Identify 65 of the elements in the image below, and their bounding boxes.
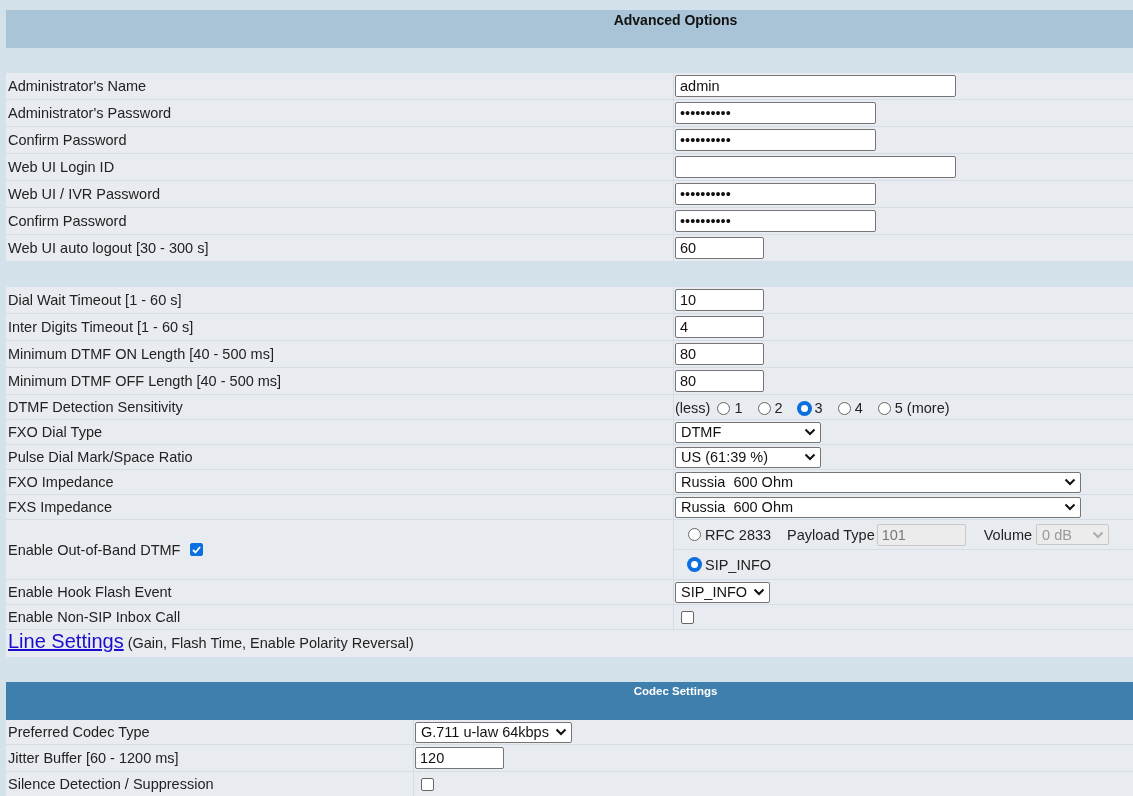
chevron-down-icon	[1064, 503, 1076, 511]
link-note: (Gain, Flash Time, Enable Polarity Reversal)	[127, 635, 414, 651]
field-label: FXO Dial Type	[8, 424, 103, 440]
radio-option[interactable]: 4	[837, 400, 863, 416]
field-label: Confirm Password	[8, 132, 127, 148]
section-title: Advanced Options	[613, 12, 738, 28]
field-label: DTMF Detection Sensitivity	[8, 399, 183, 415]
field-label: Enable Hook Flash Event	[8, 584, 172, 600]
input-field[interactable]: 10	[675, 289, 764, 311]
section-title: Codec Settings	[633, 685, 718, 697]
checkbox[interactable]	[681, 610, 694, 624]
field-label: Confirm Password	[8, 213, 127, 229]
scale-label: (less)	[675, 400, 711, 416]
input-field[interactable]	[675, 156, 956, 178]
input-field[interactable]: 60	[675, 237, 764, 259]
line-settings-link[interactable]: Line Settings	[8, 630, 124, 653]
field-label: Minimum DTMF OFF Length [40 - 500 ms]	[8, 373, 282, 389]
input-field[interactable]: ••••••••••	[675, 102, 876, 124]
field-label: Preferred Codec Type	[8, 724, 150, 740]
radio-option[interactable]: 2	[757, 400, 783, 416]
dropdown[interactable]: G.711 u-law 64kbps	[415, 721, 572, 743]
field-label: FXS Impedance	[8, 499, 112, 515]
radio-option[interactable]: SIP_INFO	[688, 556, 772, 573]
input-field[interactable]: 120	[415, 747, 504, 769]
field-label: Silence Detection / Suppression	[8, 776, 214, 792]
field-label: Payload Type	[787, 526, 875, 543]
field-label: Web UI / IVR Password	[8, 186, 161, 202]
field-label: Administrator's Name	[8, 78, 147, 94]
chevron-down-icon	[1064, 478, 1076, 486]
chevron-down-icon	[753, 588, 766, 596]
field-label: Web UI auto logout [30 - 300 s]	[8, 240, 209, 256]
input-field[interactable]: ••••••••••	[675, 210, 876, 232]
checkbox[interactable]	[190, 543, 204, 556]
radio-option[interactable]: RFC 2833	[688, 526, 772, 543]
field-label: Jitter Buffer [60 - 1200 ms]	[8, 750, 179, 766]
field-label: Minimum DTMF ON Length [40 - 500 ms]	[8, 346, 274, 362]
field-label: Enable Out-of-Band DTMF	[8, 541, 181, 558]
input-field[interactable]: admin	[675, 75, 956, 97]
input-field[interactable]: 80	[675, 370, 764, 392]
field-label: Web UI Login ID	[8, 159, 115, 175]
radio-option[interactable]: 1	[717, 400, 743, 416]
chevron-down-icon	[804, 453, 816, 461]
chevron-down-icon	[1092, 530, 1105, 539]
field-label: Enable Non-SIP Inbox Call	[8, 609, 181, 625]
chevron-down-icon	[554, 728, 567, 736]
dropdown[interactable]: DTMF	[675, 421, 821, 443]
radio-option[interactable]: 5 (more)	[877, 400, 950, 416]
dropdown[interactable]: Russia 600 Ohm	[675, 471, 1081, 493]
field-label: Volume	[983, 526, 1033, 543]
input-field[interactable]: 101	[876, 523, 966, 546]
dropdown[interactable]: US (61:39 %)	[675, 446, 821, 468]
radio-option[interactable]: 3	[797, 400, 823, 416]
input-field[interactable]: 80	[675, 343, 764, 365]
chevron-down-icon	[804, 428, 816, 436]
input-field[interactable]: ••••••••••	[675, 183, 876, 205]
field-label: Administrator's Password	[8, 105, 172, 121]
input-field[interactable]: 4	[675, 316, 764, 338]
field-label: Dial Wait Timeout [1 - 60 s]	[8, 292, 182, 308]
dropdown[interactable]: SIP_INFO	[675, 581, 771, 603]
checkbox[interactable]	[421, 777, 434, 791]
field-label: Pulse Dial Mark/Space Ratio	[8, 449, 193, 465]
field-label: Inter Digits Timeout [1 - 60 s]	[8, 319, 194, 335]
input-field[interactable]: ••••••••••	[675, 129, 876, 151]
dropdown[interactable]: Russia 600 Ohm	[675, 496, 1081, 518]
field-label: FXO Impedance	[8, 474, 114, 490]
